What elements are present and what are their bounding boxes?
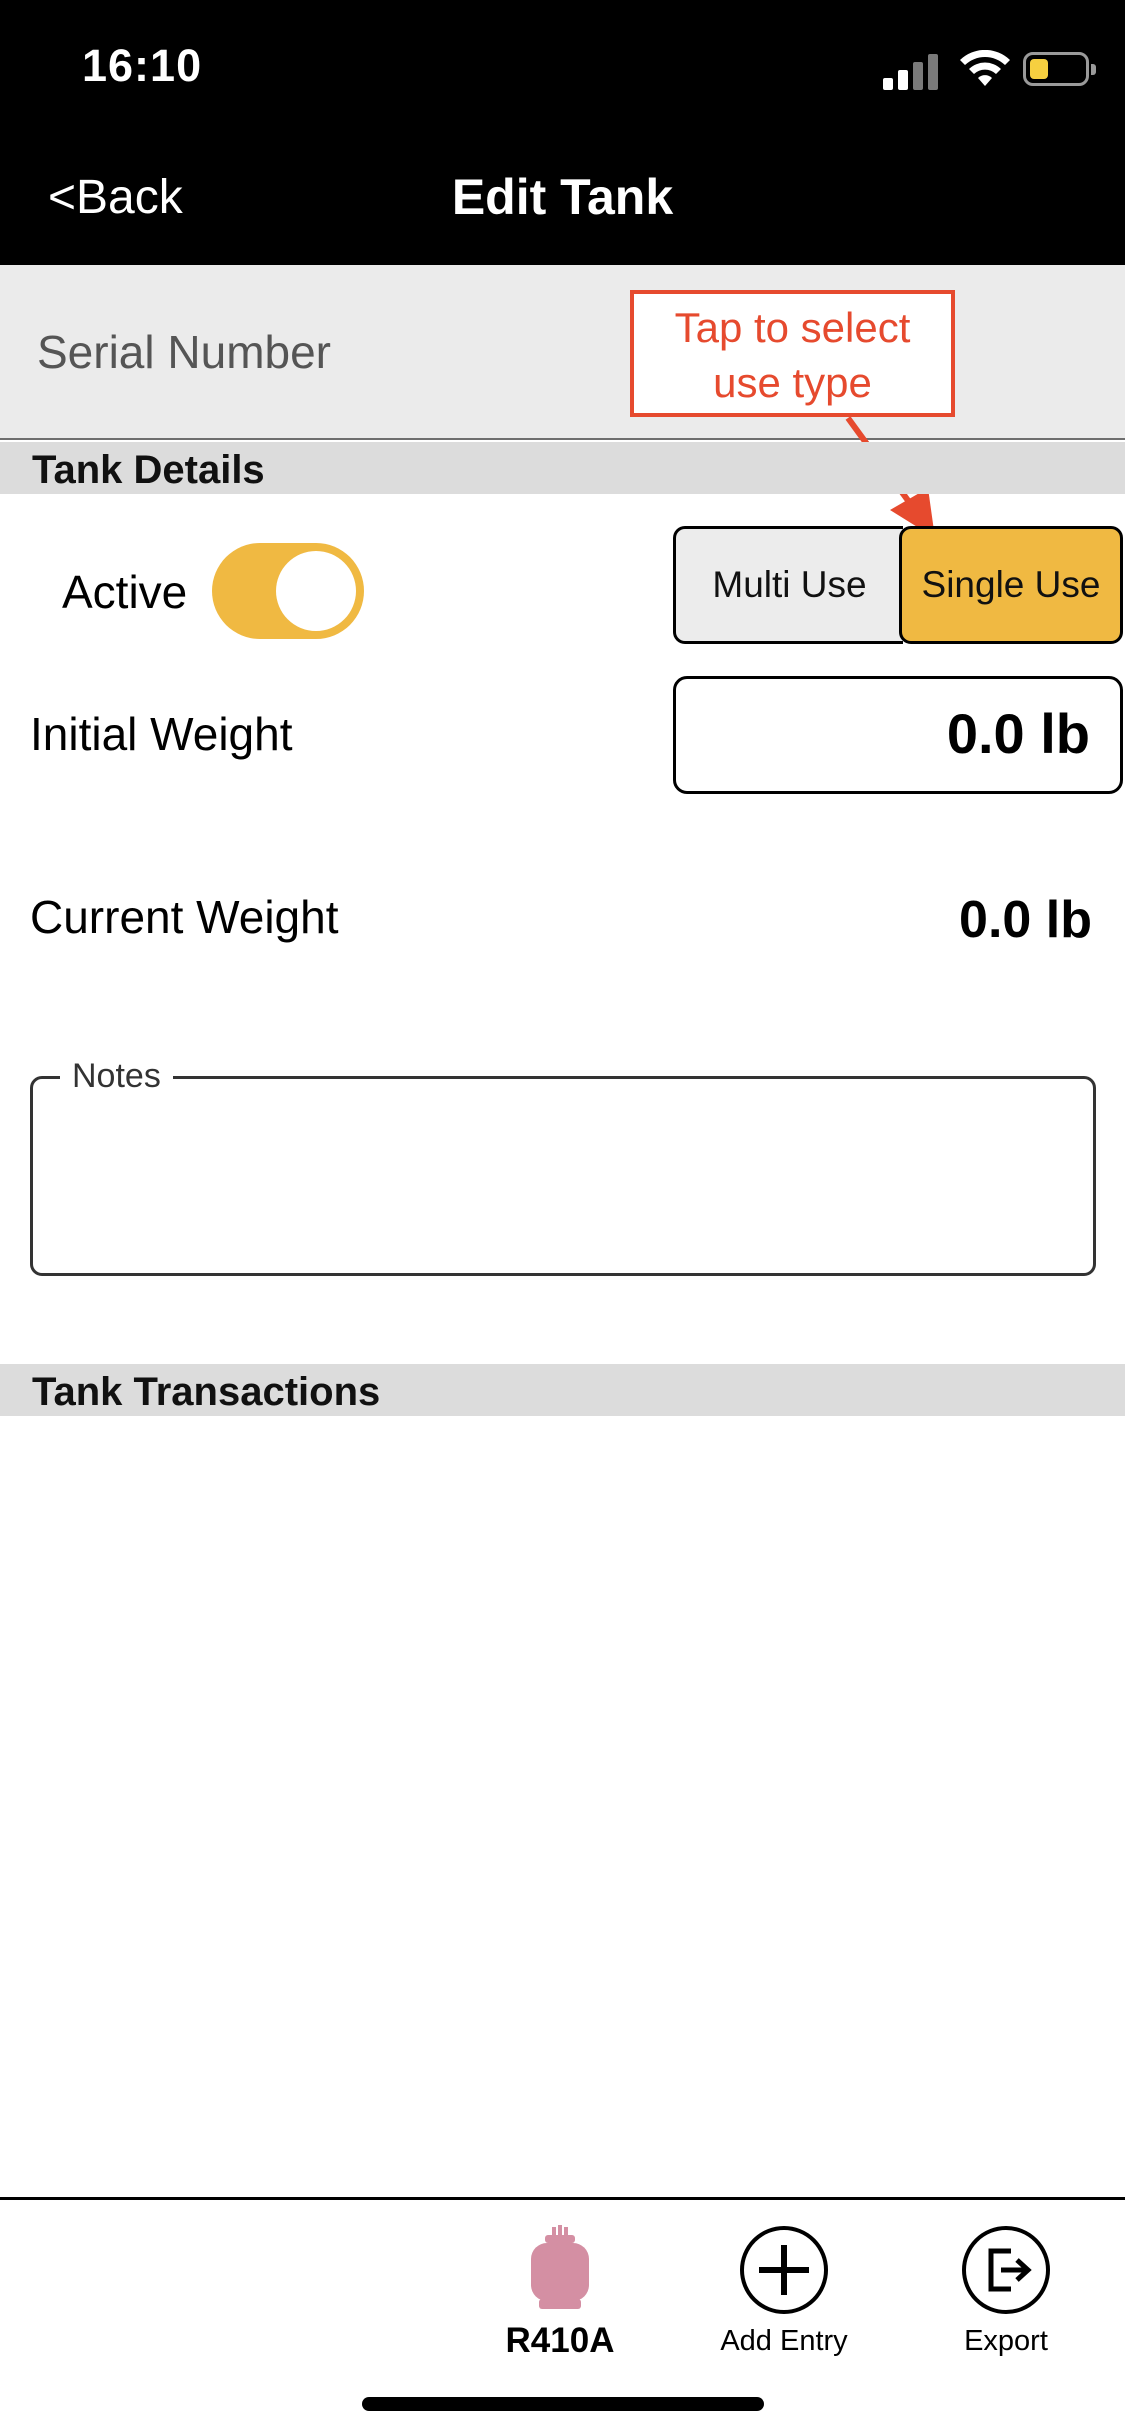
wifi-icon bbox=[960, 50, 1010, 86]
annotation-callout: Tap to select use type bbox=[630, 290, 955, 417]
page-title: Edit Tank bbox=[451, 169, 674, 225]
current-weight-value: 0.0 lb bbox=[959, 891, 1092, 949]
serial-number-field[interactable]: Serial Number bbox=[0, 265, 1125, 440]
home-indicator bbox=[362, 2397, 764, 2411]
tab-label: Add Entry bbox=[720, 2325, 848, 2357]
initial-weight-input[interactable]: 0.0 lb bbox=[673, 676, 1123, 794]
section-header-tank-transactions: Tank Transactions bbox=[0, 1364, 1125, 1416]
annotation-text-line2: use type bbox=[713, 359, 872, 406]
section-title: Tank Transactions bbox=[32, 1370, 381, 1414]
edit-tank-screen: 16:10 <Back Edit Tank Serial Number Tap … bbox=[0, 0, 1125, 2436]
notes-label: Notes bbox=[60, 1057, 173, 1096]
top-bar: 16:10 <Back Edit Tank bbox=[0, 0, 1125, 265]
tab-r410a[interactable]: R410A bbox=[460, 2225, 660, 2361]
active-toggle[interactable] bbox=[212, 543, 364, 639]
plus-circle-icon bbox=[740, 2226, 828, 2314]
annotation-text-line1: Tap to select bbox=[674, 304, 911, 351]
refrigerant-tank-icon bbox=[531, 2225, 589, 2309]
segment-multi-use[interactable]: Multi Use bbox=[673, 526, 903, 644]
section-title: Tank Details bbox=[32, 448, 265, 492]
tab-label: Export bbox=[964, 2325, 1048, 2357]
toggle-knob bbox=[276, 551, 356, 631]
notes-textarea[interactable] bbox=[30, 1076, 1096, 1276]
segment-single-use[interactable]: Single Use bbox=[899, 526, 1123, 644]
serial-number-placeholder: Serial Number bbox=[37, 326, 331, 378]
battery-icon bbox=[1023, 52, 1096, 86]
status-time: 16:10 bbox=[82, 40, 203, 91]
tab-add-entry[interactable]: Add Entry bbox=[684, 2225, 884, 2358]
tab-export[interactable]: Export bbox=[906, 2225, 1106, 2358]
cellular-signal-icon bbox=[883, 48, 943, 90]
current-weight-label: Current Weight bbox=[30, 891, 339, 943]
tab-label: R410A bbox=[505, 2321, 615, 2360]
active-label: Active bbox=[62, 566, 188, 618]
transactions-list bbox=[0, 1416, 1125, 2196]
section-header-tank-details: Tank Details bbox=[0, 442, 1125, 494]
use-type-segmented-control: Multi Use Single Use bbox=[673, 526, 1123, 644]
status-icons bbox=[883, 48, 1096, 90]
initial-weight-label: Initial Weight bbox=[30, 708, 293, 760]
export-icon bbox=[962, 2226, 1050, 2314]
